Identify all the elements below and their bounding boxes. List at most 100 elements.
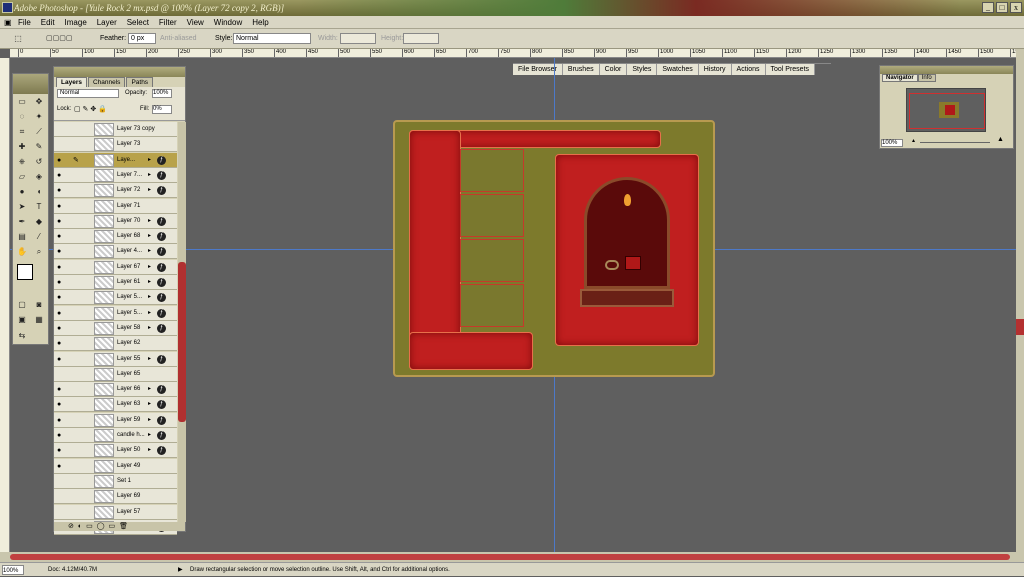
- magic-wand-icon[interactable]: ✦: [33, 111, 45, 123]
- link-brush-icon[interactable]: ✎: [73, 153, 82, 168]
- well-tab-history[interactable]: History: [698, 64, 732, 75]
- layer-row[interactable]: Layer 73: [54, 137, 177, 153]
- visibility-eye-icon[interactable]: ●: [57, 244, 67, 259]
- horizontal-scrollbar[interactable]: [0, 552, 1024, 562]
- visibility-eye-icon[interactable]: [57, 489, 67, 504]
- visibility-eye-icon[interactable]: ●: [57, 153, 67, 168]
- antialiased-checkbox[interactable]: Anti-aliased: [160, 35, 197, 42]
- expand-effects-icon[interactable]: ▸: [148, 413, 151, 428]
- expand-effects-icon[interactable]: ▸: [148, 260, 151, 275]
- link-brush-icon[interactable]: [73, 382, 82, 397]
- layer-row[interactable]: ● Layer 7... ▸ ƒ: [54, 167, 177, 183]
- hand-icon[interactable]: ✋: [16, 246, 28, 258]
- visibility-eye-icon[interactable]: ●: [57, 275, 67, 290]
- layer-row[interactable]: ● Layer 71: [54, 198, 177, 214]
- layers-scrollbar[interactable]: [178, 122, 186, 522]
- layer-row[interactable]: ● Layer 62: [54, 336, 177, 352]
- link-brush-icon[interactable]: [73, 244, 82, 259]
- link-brush-icon[interactable]: [73, 183, 82, 198]
- link-brush-icon[interactable]: [73, 397, 82, 412]
- visibility-eye-icon[interactable]: ●: [57, 183, 67, 198]
- link-brush-icon[interactable]: [73, 474, 82, 489]
- height-input[interactable]: [403, 33, 439, 44]
- zoom-icon[interactable]: ⌕: [33, 246, 45, 258]
- link-brush-icon[interactable]: [73, 352, 82, 367]
- layer-row[interactable]: ● Layer 4... ▸ ƒ: [54, 244, 177, 260]
- expand-effects-icon[interactable]: ▸: [148, 382, 151, 397]
- visibility-eye-icon[interactable]: [57, 474, 67, 489]
- blur-icon[interactable]: ●: [16, 186, 28, 198]
- well-tab-styles[interactable]: Styles: [627, 64, 658, 75]
- link-brush-icon[interactable]: [73, 275, 82, 290]
- expand-effects-icon[interactable]: ▸: [148, 306, 151, 321]
- layer-row[interactable]: ● Layer 58 ▸ ƒ: [54, 320, 177, 336]
- paint-bucket-icon[interactable]: ◈: [33, 171, 45, 183]
- well-tab-actions[interactable]: Actions: [731, 64, 766, 75]
- type-icon[interactable]: T: [33, 201, 45, 213]
- tab-navigator[interactable]: Navigator: [882, 74, 918, 82]
- width-input[interactable]: [340, 33, 376, 44]
- menu-help[interactable]: Help: [248, 16, 272, 29]
- expand-effects-icon[interactable]: ▸: [148, 214, 151, 229]
- visibility-eye-icon[interactable]: ●: [57, 260, 67, 275]
- menu-select[interactable]: Select: [123, 16, 153, 29]
- menu-layer[interactable]: Layer: [93, 16, 121, 29]
- visibility-eye-icon[interactable]: ●: [57, 168, 67, 183]
- brush-icon[interactable]: ✎: [33, 141, 45, 153]
- link-brush-icon[interactable]: [73, 413, 82, 428]
- zoom-out-icon[interactable]: ▴: [912, 137, 915, 144]
- link-brush-icon[interactable]: [73, 306, 82, 321]
- link-brush-icon[interactable]: [73, 321, 82, 336]
- screen-mode-icons[interactable]: ▣: [16, 314, 28, 326]
- blend-mode-select[interactable]: Normal: [57, 89, 119, 98]
- quick-mask-icon[interactable]: ◙: [33, 299, 45, 311]
- eraser-icon[interactable]: ▱: [16, 171, 28, 183]
- layer-row[interactable]: ● Layer 5... ▸ ƒ: [54, 305, 177, 321]
- clone-stamp-icon[interactable]: ⎈: [16, 156, 28, 168]
- visibility-eye-icon[interactable]: ●: [57, 321, 67, 336]
- visibility-eye-icon[interactable]: [57, 137, 67, 152]
- zoom-in-icon[interactable]: ▲: [997, 136, 1004, 143]
- link-brush-icon[interactable]: [73, 336, 82, 351]
- layer-row[interactable]: ● Layer 70 ▸ ƒ: [54, 213, 177, 229]
- visibility-eye-icon[interactable]: ●: [57, 306, 67, 321]
- well-tab-brushes[interactable]: Brushes: [562, 64, 600, 75]
- expand-effects-icon[interactable]: ▸: [148, 244, 151, 259]
- visibility-eye-icon[interactable]: [57, 122, 67, 137]
- expand-effects-icon[interactable]: ▸: [148, 183, 151, 198]
- link-brush-icon[interactable]: [73, 199, 82, 214]
- expand-effects-icon[interactable]: ▸: [148, 352, 151, 367]
- menu-edit[interactable]: Edit: [37, 16, 59, 29]
- link-brush-icon[interactable]: [73, 229, 82, 244]
- visibility-eye-icon[interactable]: ●: [57, 290, 67, 305]
- visibility-eye-icon[interactable]: ●: [57, 229, 67, 244]
- well-tab-tool-presets[interactable]: Tool Presets: [765, 64, 816, 75]
- vertical-scrollbar[interactable]: [1016, 49, 1024, 552]
- path-selection-icon[interactable]: ➤: [16, 201, 28, 213]
- tab-layers[interactable]: Layers: [56, 77, 87, 87]
- tab-paths[interactable]: Paths: [126, 77, 154, 87]
- lock-icons[interactable]: ▢ ✎ ✥ 🔒: [74, 105, 107, 113]
- layer-row[interactable]: ● Layer 72 ▸ ƒ: [54, 183, 177, 199]
- imageready-icon[interactable]: ⇆: [16, 330, 28, 342]
- expand-effects-icon[interactable]: ▸: [148, 443, 151, 458]
- layer-row[interactable]: Layer 69: [54, 489, 177, 505]
- visibility-eye-icon[interactable]: ●: [57, 214, 67, 229]
- navigator-thumbnail[interactable]: [906, 88, 986, 132]
- lasso-icon[interactable]: ◌: [16, 111, 28, 123]
- style-select[interactable]: Normal: [233, 33, 311, 44]
- visibility-eye-icon[interactable]: ●: [57, 428, 67, 443]
- expand-effects-icon[interactable]: ▸: [148, 397, 151, 412]
- arrow-right-icon[interactable]: ▶: [178, 563, 183, 577]
- well-tab-swatches[interactable]: Swatches: [657, 64, 699, 75]
- layer-row[interactable]: ● Layer 59 ▸ ƒ: [54, 412, 177, 428]
- layer-row[interactable]: Set 1: [54, 473, 177, 489]
- link-brush-icon[interactable]: [73, 443, 82, 458]
- link-brush-icon[interactable]: [73, 459, 82, 474]
- tab-info[interactable]: Info: [917, 74, 936, 82]
- layers-footer-buttons[interactable]: ⊘◐▭◯▭🗑: [54, 522, 185, 531]
- link-brush-icon[interactable]: [73, 214, 82, 229]
- visibility-eye-icon[interactable]: [57, 367, 67, 382]
- expand-effects-icon[interactable]: ▸: [148, 168, 151, 183]
- expand-effects-icon[interactable]: ▸: [148, 321, 151, 336]
